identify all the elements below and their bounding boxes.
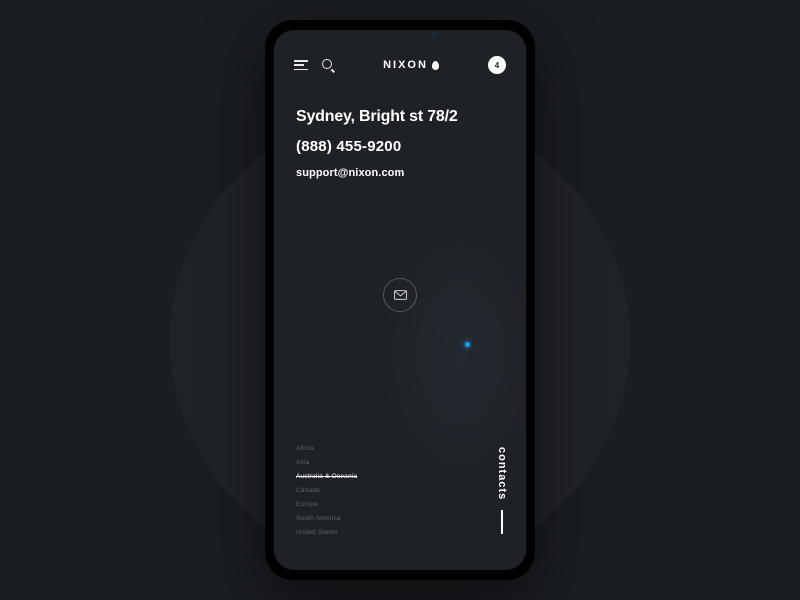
menu-icon[interactable] xyxy=(294,60,308,70)
region-item[interactable]: Europe xyxy=(296,501,357,508)
region-item[interactable]: Asia xyxy=(296,459,357,466)
brand-logo[interactable]: NIXON xyxy=(383,59,439,71)
badge-count: 4 xyxy=(495,61,499,70)
contact-email[interactable]: support@nixon.com xyxy=(296,167,506,179)
region-item[interactable]: Australia & Oceania xyxy=(296,473,357,480)
mail-icon xyxy=(394,290,407,300)
mail-button[interactable] xyxy=(383,278,417,312)
region-item[interactable]: South America xyxy=(296,515,357,522)
region-list: Africa Asia Australia & Oceania Canada Europ… xyxy=(296,445,357,536)
location-marker xyxy=(465,342,470,347)
app-header: NIXON 4 xyxy=(274,30,526,74)
region-item[interactable]: Africa xyxy=(296,445,357,452)
region-item[interactable]: Canada xyxy=(296,487,357,494)
region-item[interactable]: United States xyxy=(296,529,357,536)
contact-content: Sydney, Bright st 78/2 (888) 455-9200 su… xyxy=(274,74,526,179)
contact-phone[interactable]: (888) 455-9200 xyxy=(296,138,506,155)
cart-badge[interactable]: 4 xyxy=(488,56,506,74)
brand-text: NIXON xyxy=(383,59,428,71)
brand-drop-icon xyxy=(432,61,439,70)
page-label-vertical: contacts xyxy=(496,447,508,534)
search-icon[interactable] xyxy=(322,59,334,71)
screen: NIXON 4 Sydney, Bright st 78/2 (888) 455… xyxy=(274,30,526,570)
page-label-text: contacts xyxy=(496,447,508,500)
header-left xyxy=(294,59,334,71)
phone-frame: NIXON 4 Sydney, Bright st 78/2 (888) 455… xyxy=(265,20,535,580)
contact-address: Sydney, Bright st 78/2 xyxy=(296,108,506,126)
